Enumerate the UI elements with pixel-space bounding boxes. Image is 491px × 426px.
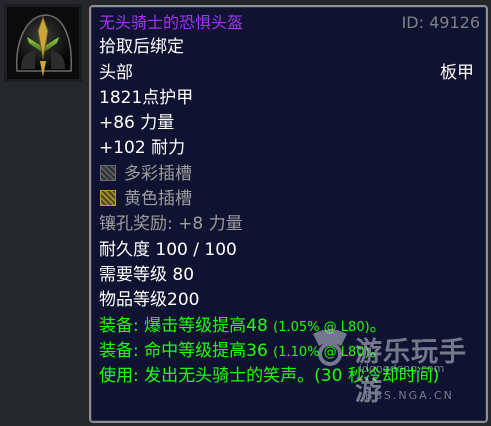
armor-type-text: 板甲 (440, 62, 474, 83)
equip-hit-tail: 。 (369, 340, 387, 361)
item-icon-frame[interactable] (4, 4, 82, 82)
equip-hit-row: 装备: 命中等级提高36 (1.10% @ L80)。 (99, 339, 478, 364)
slot-row: 头部 板甲 (99, 61, 478, 86)
item-level-text: 物品等级200 (99, 290, 200, 311)
binding-text: 拾取后绑定 (99, 37, 184, 58)
socket-prismatic-row: 多彩插槽 (99, 162, 478, 187)
stat-strength: +86 力量 (99, 113, 175, 134)
equip-hit-pct: (1.10% @ L80) (273, 344, 370, 360)
required-level-text: 需要等级 80 (99, 264, 195, 285)
equip-crit-tail: 。 (369, 315, 387, 336)
equip-hit-text: 装备: 命中等级提高36 (99, 340, 268, 361)
helmet-icon (7, 7, 79, 79)
yellow-socket-icon (100, 190, 116, 207)
equip-crit-text: 装备: 爆击等级提高48 (99, 315, 268, 336)
item-id: ID: 49126 (401, 13, 480, 32)
equip-crit-pct: (1.05% @ L80) (273, 319, 370, 335)
slot-text: 头部 (99, 62, 133, 83)
item-tooltip: 无头骑士的恐惧头盔 ID: 49126 拾取后绑定 头部 板甲 1821点护甲 … (89, 5, 488, 423)
item-name[interactable]: 无头骑士的恐惧头盔 (99, 13, 243, 32)
durability-text: 耐久度 100 / 100 (99, 239, 237, 260)
socket-prismatic-label: 多彩插槽 (124, 163, 192, 184)
use-effect-text: 使用: 发出无头骑士的笑声。(30 秒冷却时间) (99, 366, 440, 387)
socket-bonus-text: 镶孔奖励: +8 力量 (99, 214, 243, 235)
prismatic-socket-icon (100, 164, 116, 181)
stat-stamina: +102 耐力 (99, 138, 186, 159)
socket-yellow-row: 黄色插槽 (99, 187, 478, 212)
item-name-row: 无头骑士的恐惧头盔 ID: 49126 (99, 10, 480, 35)
socket-yellow-label: 黄色插槽 (124, 189, 192, 210)
armor-text: 1821点护甲 (99, 87, 194, 108)
equip-crit-row: 装备: 爆击等级提高48 (1.05% @ L80)。 (99, 314, 478, 339)
